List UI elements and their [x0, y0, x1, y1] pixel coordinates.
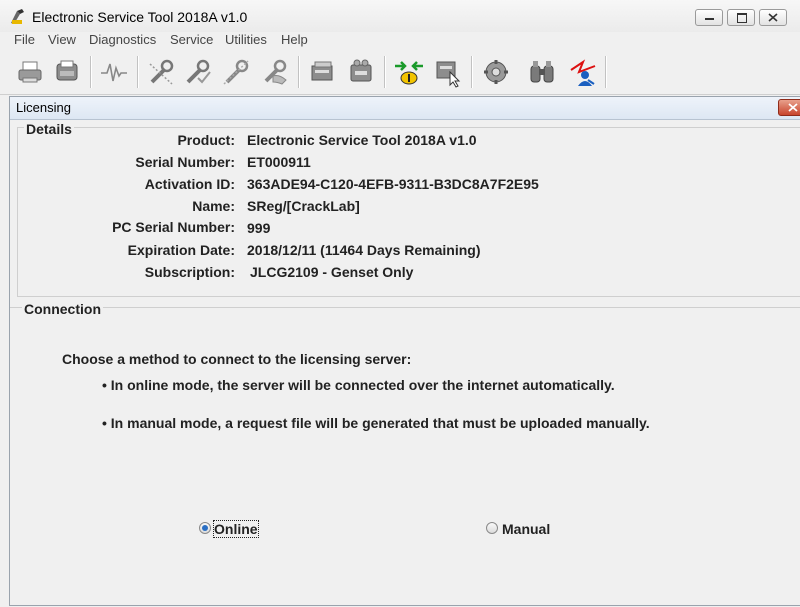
toolbar-separator: [471, 56, 473, 88]
document-control-icon[interactable]: [345, 56, 377, 88]
close-icon: [768, 13, 778, 22]
toolbar-separator: [90, 56, 92, 88]
toolbar: [0, 50, 800, 95]
connection-group-label: Connection: [22, 301, 103, 317]
close-icon: [788, 103, 798, 112]
name-label: Name:: [192, 198, 235, 214]
close-window-button[interactable]: [759, 9, 787, 26]
online-radio[interactable]: [199, 522, 211, 534]
subscription-label: Subscription:: [144, 264, 235, 280]
fax-icon[interactable]: [51, 56, 83, 88]
menu-file[interactable]: File: [14, 32, 35, 47]
toolbar-separator: [605, 56, 607, 88]
gear-globe-icon[interactable]: [480, 56, 512, 88]
activation-id-value: 363ADE94-C120-4EFB-9311-B3DC8A7F2E95: [247, 176, 539, 192]
dialog-titlebar: Licensing: [10, 97, 800, 120]
maximize-icon: [737, 13, 747, 23]
menu-service[interactable]: Service: [170, 32, 213, 47]
menu-help[interactable]: Help: [281, 32, 308, 47]
manual-mode-description: • In manual mode, a request file will be…: [102, 415, 650, 431]
toolbar-separator: [137, 56, 139, 88]
serial-number-label: Serial Number:: [135, 154, 235, 170]
connect-arrows-icon[interactable]: [393, 56, 425, 88]
document-cursor-icon[interactable]: [432, 56, 464, 88]
waveform-icon[interactable]: [98, 56, 130, 88]
printer-icon[interactable]: [14, 56, 46, 88]
menu-diagnostics[interactable]: Diagnostics: [89, 32, 156, 47]
expiration-date-label: Expiration Date:: [127, 242, 235, 258]
connection-intro-text: Choose a method to connect to the licens…: [62, 351, 412, 367]
licensing-dialog: Licensing Details Product: Electronic Se…: [9, 96, 800, 606]
wrench-strikethrough-alt-icon[interactable]: [220, 56, 252, 88]
manual-radio-label[interactable]: Manual: [502, 521, 550, 537]
document-stack-icon[interactable]: [306, 56, 338, 88]
wrench-check-icon[interactable]: [182, 56, 214, 88]
menu-utilities[interactable]: Utilities: [225, 32, 267, 47]
maximize-button[interactable]: [727, 9, 755, 26]
activation-id-label: Activation ID:: [144, 176, 235, 192]
online-mode-description: • In online mode, the server will be con…: [102, 377, 615, 393]
toolbar-separator: [384, 56, 386, 88]
menu-view[interactable]: View: [48, 32, 76, 47]
expiration-date-value: 2018/12/11 (11464 Days Remaining): [247, 242, 481, 258]
window-titlebar: Electronic Service Tool 2018A v1.0: [0, 0, 800, 33]
manual-radio[interactable]: [486, 522, 498, 534]
app-icon: [11, 9, 24, 24]
online-radio-label[interactable]: Online: [213, 520, 259, 538]
menu-bar: File View Diagnostics Service Utilities …: [0, 32, 800, 50]
pc-serial-number-value: 999: [247, 220, 271, 236]
name-value: SReg/[CrackLab]: [247, 198, 360, 214]
minimize-button[interactable]: [695, 9, 723, 26]
serial-number-value: ET000911: [247, 154, 311, 170]
wrench-strikethrough-icon[interactable]: [145, 56, 177, 88]
product-value: Electronic Service Tool 2018A v1.0: [247, 132, 477, 148]
pc-serial-number-label: PC Serial Number:: [112, 219, 235, 235]
toolbar-separator: [298, 56, 300, 88]
minimize-icon: [705, 18, 714, 20]
window-title: Electronic Service Tool 2018A v1.0: [32, 9, 248, 25]
subscription-value: JLCG2109 - Genset Only: [250, 264, 414, 280]
lightning-user-icon[interactable]: [567, 56, 599, 88]
dialog-close-button[interactable]: [778, 99, 800, 116]
wrench-hand-icon[interactable]: [259, 56, 291, 88]
dialog-title: Licensing: [16, 100, 71, 115]
binoculars-icon[interactable]: [526, 56, 558, 88]
product-label: Product:: [177, 132, 235, 148]
